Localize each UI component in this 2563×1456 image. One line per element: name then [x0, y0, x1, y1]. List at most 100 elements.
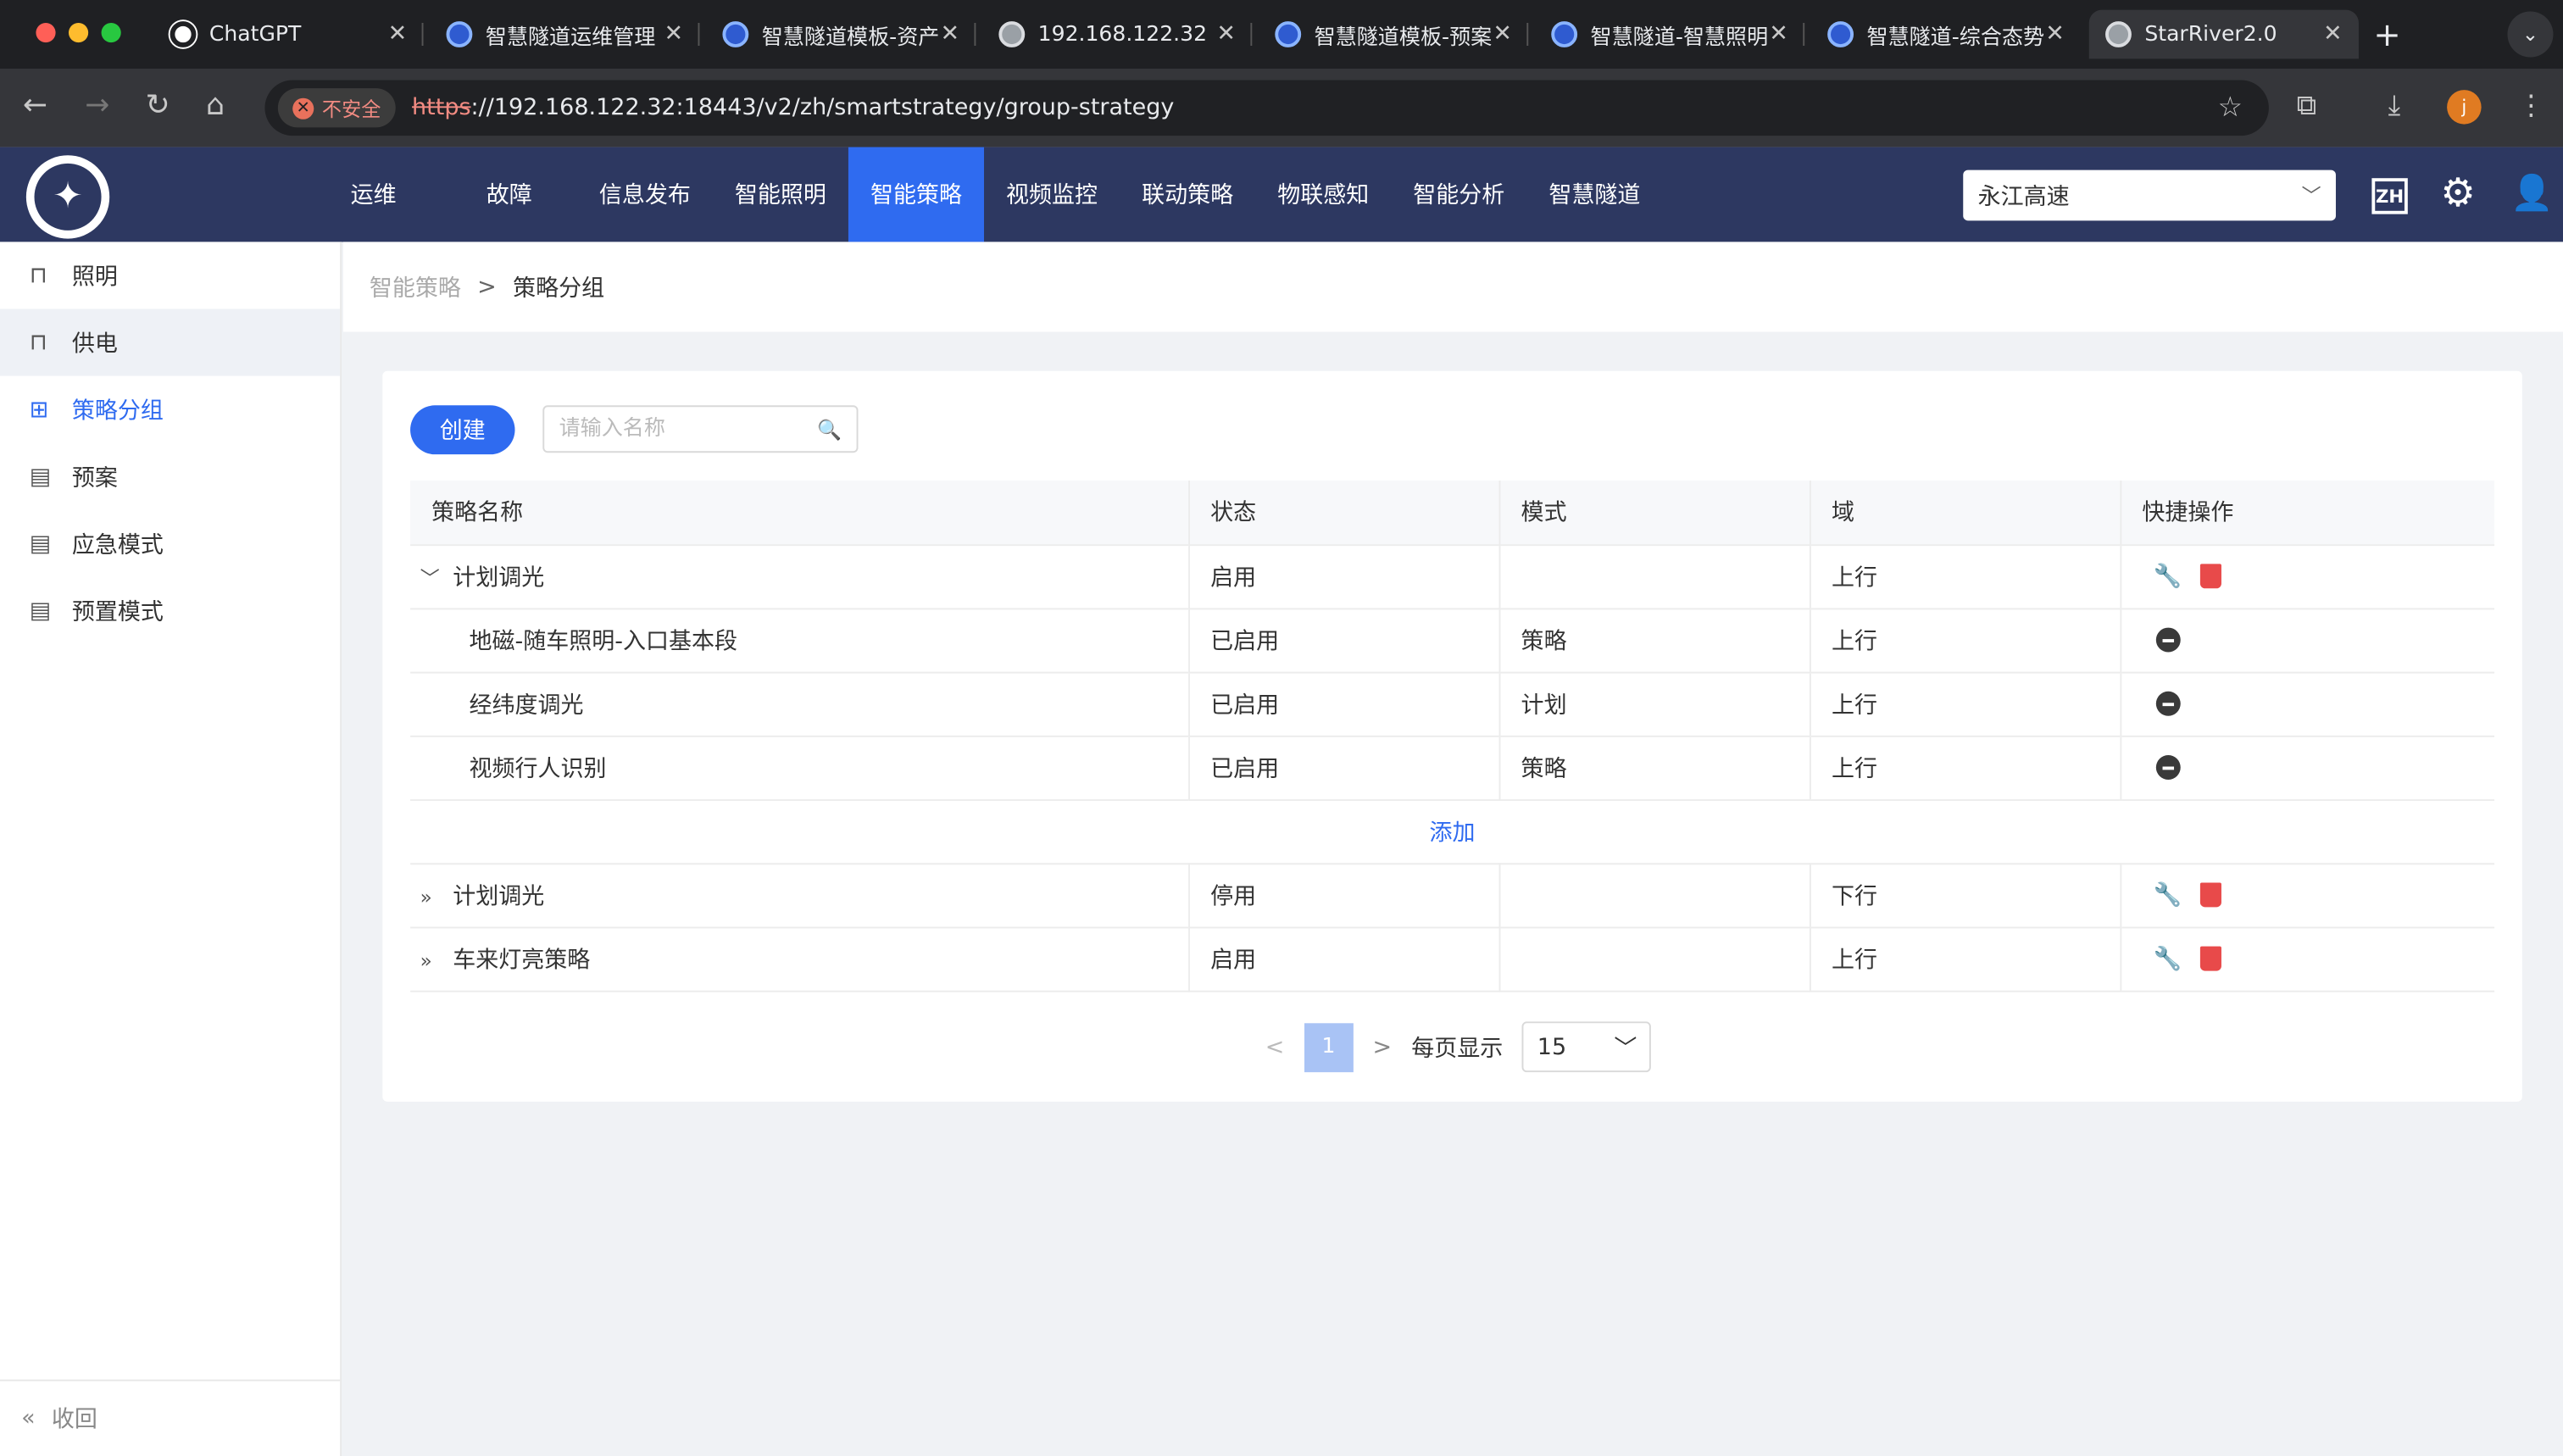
trash-icon[interactable]	[2199, 882, 2221, 908]
sidebar-collapse-button[interactable]: «收回	[0, 1379, 341, 1456]
router-icon: ⊓	[29, 262, 47, 289]
tab-close-icon[interactable]: ✕	[2323, 21, 2343, 47]
add-strategy-link[interactable]: 添加	[410, 798, 2495, 864]
tab-close-icon[interactable]: ✕	[1216, 21, 1236, 47]
router-icon: ⊓	[29, 329, 47, 356]
tab-close-icon[interactable]: ✕	[1769, 21, 1788, 47]
wrench-icon[interactable]: 🔧	[2154, 946, 2182, 972]
sidebar-item-emergency[interactable]: ▤ 应急模式	[0, 510, 340, 577]
browser-tab[interactable]: 智慧隧道-综合态势 ✕	[1811, 10, 2081, 59]
table-row-group: » 计划调光 停用 下行 🔧	[410, 862, 2495, 927]
back-icon[interactable]: ←	[23, 88, 47, 123]
col-header-status: 状态	[1188, 481, 1500, 545]
page-number[interactable]: 1	[1304, 1022, 1354, 1072]
sidebar-item-plan[interactable]: ▤ 预案	[0, 443, 340, 510]
expand-icon[interactable]: »	[420, 885, 443, 908]
app-icon	[1275, 21, 1302, 47]
tab-search-icon[interactable]: ⌄	[2507, 11, 2554, 58]
tab-close-icon[interactable]: ✕	[388, 21, 408, 47]
address-bar[interactable]: ✕ 不安全 https://192.168.122.32:18443/v2/zh/…	[264, 80, 2269, 136]
url-text[interactable]: https://192.168.122.32:18443/v2/zh/smart…	[412, 95, 1174, 121]
sidebar-item-strategy-group[interactable]: ⊞ 策略分组	[0, 376, 340, 443]
sidebar-item-power[interactable]: ⊓ 供电	[0, 308, 341, 376]
download-icon[interactable]: ⤓	[2388, 90, 2400, 123]
nav-item-faults[interactable]: 故障	[442, 147, 577, 242]
address-toolbar: ← → ↻ ⌂ ✕ 不安全 https://192.168.122.32:1844…	[0, 69, 2563, 147]
strategy-table: 策略名称 状态 模式 域 快捷操作 ﹀ 计划调光 启用 上行 🔧 地磁-随车照明…	[410, 481, 2495, 992]
nav-item-video[interactable]: 视频监控	[984, 147, 1120, 242]
sidebar-item-lighting[interactable]: ⊓ 照明	[0, 242, 340, 308]
create-button[interactable]: 创建	[410, 405, 515, 455]
forward-icon[interactable]: →	[85, 88, 109, 123]
nav-item-strategy[interactable]: 智能策略	[848, 147, 985, 242]
wrench-icon[interactable]: 🔧	[2154, 881, 2182, 908]
profile-avatar[interactable]: j	[2447, 90, 2482, 125]
trash-icon[interactable]	[2199, 564, 2221, 589]
sidebar-item-preset[interactable]: ▤ 预置模式	[0, 577, 340, 644]
close-window-button[interactable]	[36, 23, 56, 43]
globe-icon	[998, 21, 1026, 47]
browser-tab-active[interactable]: StarRiver2.0 ✕	[2088, 9, 2359, 59]
region-select[interactable]: 永江高速 ﹀	[1963, 169, 2336, 221]
remove-icon[interactable]	[2154, 755, 2180, 780]
expand-icon[interactable]: »	[420, 949, 443, 972]
prev-page-icon[interactable]: <	[1265, 1034, 1285, 1060]
minimize-window-button[interactable]	[69, 23, 89, 43]
logo[interactable]: ✦	[25, 155, 110, 239]
search-box: 🔍	[542, 405, 859, 453]
security-badge[interactable]: ✕ 不安全	[277, 88, 396, 128]
search-input[interactable]	[559, 416, 818, 442]
tab-close-icon[interactable]: ✕	[940, 21, 959, 47]
gear-icon[interactable]: ⚙	[2440, 170, 2475, 216]
wrench-icon[interactable]: 🔧	[2154, 563, 2182, 589]
browser-tab[interactable]: 智慧隧道运维管理 ✕	[430, 10, 700, 59]
nav-item-ops[interactable]: 运维	[306, 147, 442, 242]
tab-close-icon[interactable]: ✕	[664, 21, 684, 47]
col-header-mode: 模式	[1498, 481, 1810, 545]
remove-icon[interactable]	[2154, 627, 2180, 653]
user-icon[interactable]: 👤	[2510, 173, 2553, 214]
nav-item-publish[interactable]: 信息发布	[577, 147, 713, 242]
extensions-icon[interactable]: ⧉	[2297, 90, 2316, 123]
calendar-icon: ▤	[29, 463, 52, 490]
new-tab-button[interactable]: +	[2373, 14, 2400, 53]
browser-menu-icon[interactable]: ⋮	[2517, 90, 2545, 123]
table-row-child: 地磁-随车照明-入口基本段 已启用 策略 上行	[410, 607, 2495, 672]
globe-icon	[2105, 21, 2132, 47]
chevron-right-icon: >	[477, 274, 497, 300]
next-page-icon[interactable]: >	[1373, 1034, 1393, 1060]
search-icon[interactable]: 🔍	[817, 418, 842, 441]
browser-tab[interactable]: 智慧隧道-智慧照明 ✕	[1535, 10, 1805, 59]
maximize-window-button[interactable]	[101, 23, 121, 43]
browser-tab[interactable]: 智慧隧道模板-资产 ✕	[706, 10, 976, 59]
col-header-name: 策略名称	[410, 481, 1190, 545]
app-icon	[446, 21, 473, 47]
tab-close-icon[interactable]: ✕	[1493, 21, 1512, 47]
breadcrumb-parent[interactable]: 智能策略	[370, 270, 461, 303]
col-header-actions: 快捷操作	[2120, 481, 2495, 545]
breadcrumb-current: 策略分组	[513, 275, 605, 302]
page-size-select[interactable]: 15 ﹀	[1522, 1021, 1652, 1073]
bookmark-star-icon[interactable]: ☆	[2218, 92, 2243, 125]
page-size-label: 每页显示	[1411, 1035, 1504, 1062]
window-controls	[36, 23, 121, 43]
reload-icon[interactable]: ↻	[146, 88, 170, 123]
language-button[interactable]: ZH	[2371, 178, 2408, 214]
nav-item-lighting[interactable]: 智能照明	[713, 147, 848, 242]
nav-item-linkage[interactable]: 联动策略	[1120, 147, 1255, 242]
nav-item-tunnel[interactable]: 智慧隧道	[1526, 147, 1662, 242]
app-icon	[722, 21, 749, 47]
tab-close-icon[interactable]: ✕	[2045, 21, 2065, 47]
sidebar: ⊓ 照明 ⊓ 供电 ⊞ 策略分组 ▤ 预案 ▤ 应急模式 ▤ 预置模式 «收回	[0, 242, 342, 1456]
browser-tab[interactable]: ChatGPT ✕	[153, 10, 424, 59]
trash-icon[interactable]	[2199, 946, 2221, 971]
browser-tab[interactable]: 192.168.122.32 ✕	[982, 10, 1253, 59]
remove-icon[interactable]	[2154, 691, 2180, 716]
home-icon[interactable]: ⌂	[206, 88, 225, 123]
collapse-icon[interactable]: ﹀	[420, 563, 443, 591]
top-header: ✦ 运维 故障 信息发布 智能照明 智能策略 视频监控 联动策略 物联感知 智能…	[0, 147, 2563, 242]
browser-tab[interactable]: 智慧隧道模板-预案 ✕	[1259, 10, 1529, 59]
app-icon	[1827, 21, 1854, 47]
nav-item-iot[interactable]: 物联感知	[1255, 147, 1391, 242]
nav-item-analysis[interactable]: 智能分析	[1391, 147, 1526, 242]
